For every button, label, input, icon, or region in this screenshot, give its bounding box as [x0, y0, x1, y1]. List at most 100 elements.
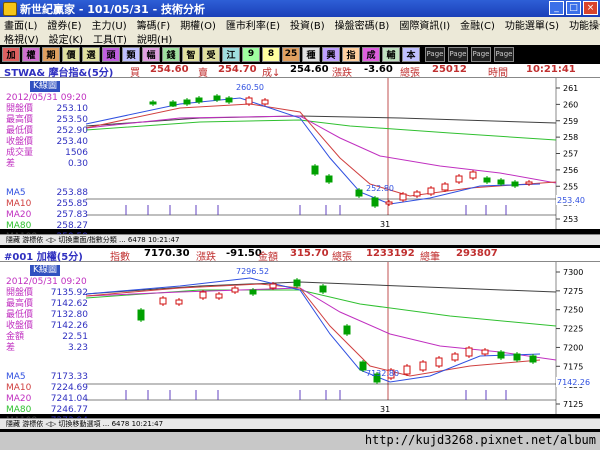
- quote-header-1: STWA& 摩台指&(5分) 買 254.60 賣 254.70 成↓ 254.…: [0, 64, 600, 79]
- menu-item[interactable]: 證券(E): [47, 17, 81, 32]
- candle: [137, 309, 145, 321]
- y-tick-label: 255: [563, 182, 578, 191]
- date-mark: 31: [380, 220, 390, 229]
- close-button[interactable]: ×: [583, 1, 598, 15]
- status-line-1: 隱藏 游標依 ◁▷ 切換畫面/指數分類 ... 6478 10:21:47: [0, 234, 600, 245]
- toolbar-button[interactable]: 選: [82, 46, 100, 62]
- toolbar-button[interactable]: 權: [22, 46, 40, 62]
- y-tick-label: 260: [563, 100, 578, 109]
- page-button[interactable]: Page: [494, 46, 514, 62]
- toolbar-button[interactable]: 9: [242, 46, 260, 62]
- page-button[interactable]: Page: [448, 46, 468, 62]
- ma-row: MA80 258.27: [6, 221, 88, 232]
- volume-label: 總張: [400, 68, 420, 79]
- time-value: 10:21:41: [526, 64, 576, 75]
- change-label: 漲跌: [196, 252, 216, 263]
- menu-item[interactable]: 功能選單(S): [505, 17, 559, 32]
- candle: [403, 365, 411, 375]
- minimize-button[interactable]: _: [549, 1, 564, 15]
- toolbar-button[interactable]: 成: [362, 46, 380, 62]
- toolbar-button[interactable]: 頭: [102, 46, 120, 62]
- status-text-1: 隱藏 游標依 ◁▷ 切換畫面/指數分類 ... 6478 10:21:47: [6, 236, 180, 244]
- amount-value: 315.70: [290, 248, 329, 259]
- menu-item[interactable]: 操盤密碼(B): [335, 17, 390, 32]
- toolbar-button[interactable]: 幅: [142, 46, 160, 62]
- toolbar-button[interactable]: 指: [342, 46, 360, 62]
- ma-value: 7241.04: [50, 394, 88, 404]
- y-tick-label: 7250: [563, 306, 583, 315]
- toolbar-button[interactable]: 智: [182, 46, 200, 62]
- y-tick-label: 7300: [563, 268, 583, 277]
- toolbar-button[interactable]: 種: [302, 46, 320, 62]
- count-value: 293807: [456, 248, 498, 259]
- info-label: 收盤價: [6, 321, 34, 331]
- toolbar-button[interactable]: 受: [202, 46, 220, 62]
- toolbar-button[interactable]: 類: [122, 46, 140, 62]
- watermark-url: http://kujd3268.pixnet.net/album: [364, 433, 596, 447]
- info-value: 253.50: [56, 115, 89, 125]
- menu-item[interactable]: 投資(B): [290, 17, 325, 32]
- candle: [319, 285, 327, 293]
- y-tick-label: 7200: [563, 343, 583, 352]
- menu-item[interactable]: 設定(K): [49, 31, 83, 46]
- ma-row: MA20 257.83: [6, 210, 88, 221]
- sell-label: 賣: [198, 68, 208, 79]
- ma-label: MA10: [6, 199, 32, 209]
- price-axis: [556, 262, 600, 414]
- toolbar-button[interactable]: 錢: [162, 46, 180, 62]
- menu-item[interactable]: 期權(O): [180, 17, 216, 32]
- volume-value: 25012: [432, 64, 467, 75]
- toolbar-button[interactable]: 本: [402, 46, 420, 62]
- ma-value: 7173.33: [50, 372, 88, 382]
- menu-item[interactable]: 畫面(L): [4, 17, 37, 32]
- menu-item[interactable]: 匯市利率(E): [226, 17, 280, 32]
- toolbar-button[interactable]: 期: [42, 46, 60, 62]
- info-box-1: K線圖 2012/05/31 09:20 開盤價 253.10 最高價 253.50 最低…: [6, 81, 88, 243]
- info-label: 2012/05/31 09:20: [6, 277, 87, 287]
- candle: [399, 193, 407, 201]
- candle: [529, 355, 537, 363]
- deal-label: 成↓: [262, 68, 281, 79]
- candle: [231, 287, 239, 293]
- buy-label: 買: [130, 68, 140, 79]
- change-value: -91.50: [226, 248, 262, 259]
- menu-item[interactable]: 國際資訊(I): [399, 17, 450, 32]
- candle: [325, 175, 333, 183]
- menu-item[interactable]: 格視(V): [4, 31, 39, 46]
- toolbar-button[interactable]: 興: [322, 46, 340, 62]
- menu-item[interactable]: 工具(T): [93, 31, 127, 46]
- kline-chart-svg-1[interactable]: 261260259258257256255254253253.40260.502…: [0, 78, 600, 229]
- maximize-button[interactable]: □: [566, 1, 581, 15]
- page-button[interactable]: Page: [471, 46, 491, 62]
- kline-label: K線圖: [30, 265, 60, 276]
- menu-item[interactable]: 籌碼(F): [137, 17, 171, 32]
- kline-chart-2[interactable]: 730072757250722572007175715071257142.267…: [0, 262, 600, 426]
- price-tag: 7142.26: [557, 378, 590, 387]
- toolbar-button[interactable]: 25: [282, 46, 300, 62]
- toolbar-button[interactable]: 價: [62, 46, 80, 62]
- ma-row: MA5 7173.33: [6, 372, 88, 383]
- toolbar-button[interactable]: 加: [2, 46, 20, 62]
- candle: [183, 99, 191, 105]
- info-label: 最低價: [6, 126, 34, 136]
- y-tick-label: 7125: [563, 400, 583, 409]
- info-label: 收盤價: [6, 137, 34, 147]
- kline-chart-1[interactable]: 261260259258257256255254253253.40260.502…: [0, 78, 600, 242]
- menu-item[interactable]: 金融(C): [460, 17, 495, 32]
- menu-item[interactable]: 主力(U): [92, 17, 127, 32]
- kline-chart-svg-2[interactable]: 730072757250722572007175715071257142.267…: [0, 262, 600, 414]
- high-mark: 7296.52: [236, 267, 269, 276]
- sell-value: 254.70: [218, 64, 257, 75]
- symbol-label: STWA& 摩台指&(5分): [4, 68, 114, 79]
- toolbar-button[interactable]: 8: [262, 46, 280, 62]
- page-button[interactable]: Page: [425, 46, 445, 62]
- menu-item[interactable]: 功能操作(E): [569, 17, 600, 32]
- candle: [169, 101, 177, 107]
- toolbar-button[interactable]: 輔: [382, 46, 400, 62]
- info-value: 22.51: [62, 332, 88, 342]
- candle: [199, 291, 207, 299]
- candle: [261, 99, 269, 105]
- ma-value: 7224.69: [50, 383, 88, 393]
- toolbar-button[interactable]: 江: [222, 46, 240, 62]
- menu-item[interactable]: 說明(H): [137, 31, 172, 46]
